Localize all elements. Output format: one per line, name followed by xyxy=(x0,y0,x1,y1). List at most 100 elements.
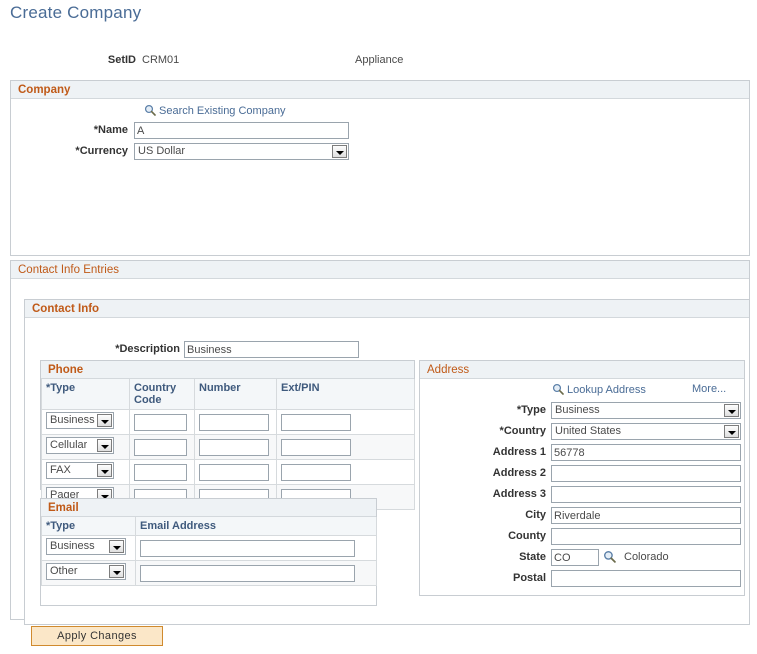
email-address-cell xyxy=(135,535,377,561)
magnifier-icon xyxy=(144,104,156,119)
email-type-value: Other xyxy=(50,565,78,577)
phone-country-code-input[interactable] xyxy=(134,463,187,481)
company-group: Company Search Existing Company *Name *C… xyxy=(10,80,750,352)
email-col-address: Email Address xyxy=(135,517,377,536)
table-row: Business xyxy=(41,409,415,435)
email-grid: *Type Email Address Business Other xyxy=(41,517,377,586)
address-country-select[interactable]: United States xyxy=(551,423,741,440)
address-city-input[interactable] xyxy=(551,507,741,524)
phone-type-value: Business xyxy=(50,414,95,426)
address-county-label: County xyxy=(508,530,546,542)
phone-col-ext-pin: Ext/PIN xyxy=(276,379,415,410)
email-type-cell: Other xyxy=(41,560,136,586)
email-type-cell: Business xyxy=(41,535,136,561)
chevron-down-icon[interactable] xyxy=(109,565,124,578)
phone-number-input[interactable] xyxy=(199,438,269,456)
chevron-down-icon[interactable] xyxy=(109,540,124,553)
address-country-value: United States xyxy=(555,425,622,437)
email-col-type: *Type xyxy=(41,517,136,536)
phone-type-select[interactable]: Business xyxy=(46,412,114,429)
contact-info-header: Contact Info xyxy=(25,300,749,318)
phone-number-cell xyxy=(194,434,277,460)
phone-col-type: *Type xyxy=(41,379,130,410)
table-row: Other xyxy=(41,560,377,586)
phone-number-input[interactable] xyxy=(199,413,269,431)
phone-ext-pin-input[interactable] xyxy=(281,413,351,431)
phone-ext-pin-cell xyxy=(276,434,415,460)
address-line1-label: Address 1 xyxy=(492,446,546,458)
phone-country-code-input[interactable] xyxy=(134,413,187,431)
address-county-input[interactable] xyxy=(551,528,741,545)
email-address-input[interactable] xyxy=(140,564,355,582)
phone-type-select[interactable]: Cellular xyxy=(46,437,114,454)
chevron-down-icon[interactable] xyxy=(724,404,739,417)
phone-type-cell: Cellular xyxy=(41,434,130,460)
company-group-header: Company xyxy=(11,81,749,99)
address-postal-label: Postal xyxy=(512,572,546,584)
lookup-address-link[interactable]: Lookup Address xyxy=(552,383,646,398)
phone-ext-pin-input[interactable] xyxy=(281,463,351,481)
company-currency-value: US Dollar xyxy=(138,145,186,157)
address-type-label: *Type xyxy=(516,404,546,416)
chevron-down-icon[interactable] xyxy=(97,439,112,452)
email-address-cell xyxy=(135,560,377,586)
state-lookup-icon[interactable] xyxy=(603,550,616,566)
contact-info-entries-header: Contact Info Entries xyxy=(11,261,749,279)
company-name-input[interactable] xyxy=(134,122,349,139)
address-group-header: Address xyxy=(420,361,744,379)
phone-col-number: Number xyxy=(194,379,277,410)
address-line2-label: Address 2 xyxy=(492,467,546,479)
phone-ext-pin-cell xyxy=(276,459,415,485)
phone-type-select[interactable]: FAX xyxy=(46,462,114,479)
phone-number-input[interactable] xyxy=(199,463,269,481)
address-line3-input[interactable] xyxy=(551,486,741,503)
phone-type-cell: Business xyxy=(41,409,130,435)
email-type-select[interactable]: Other xyxy=(46,563,126,580)
apply-changes-button[interactable]: Apply Changes xyxy=(31,626,163,646)
company-currency-select[interactable]: US Dollar xyxy=(134,143,349,160)
setid-description: Appliance xyxy=(355,54,404,66)
phone-group-header: Phone xyxy=(41,361,414,379)
phone-type-cell: FAX xyxy=(41,459,130,485)
address-country-label: *Country xyxy=(499,425,546,437)
phone-country-code-cell xyxy=(129,434,195,460)
more-link[interactable]: More... xyxy=(692,383,726,395)
page-title: Create Company xyxy=(10,3,142,22)
address-state-input[interactable] xyxy=(551,549,599,566)
phone-grid: *Type Country Code Number Ext/PIN Busine… xyxy=(41,379,415,510)
setid-label: SetID xyxy=(107,54,136,66)
setid-value: CRM01 xyxy=(142,54,180,66)
address-line1-input[interactable] xyxy=(551,444,741,461)
address-postal-input[interactable] xyxy=(551,570,741,587)
phone-type-value: FAX xyxy=(50,464,71,476)
phone-ext-pin-cell xyxy=(276,409,415,435)
phone-grid-header-row: *Type Country Code Number Ext/PIN xyxy=(41,379,415,410)
address-line2-input[interactable] xyxy=(551,465,741,482)
phone-col-country-code: Country Code xyxy=(129,379,195,410)
chevron-down-icon[interactable] xyxy=(97,414,112,427)
phone-type-value: Cellular xyxy=(50,439,88,451)
table-row: Cellular xyxy=(41,434,415,460)
address-type-value: Business xyxy=(555,404,600,416)
search-existing-company-label: Search Existing Company xyxy=(159,105,286,117)
phone-ext-pin-input[interactable] xyxy=(281,438,351,456)
contact-description-input[interactable] xyxy=(184,341,359,358)
phone-country-code-cell xyxy=(129,459,195,485)
contact-description-label: *Description xyxy=(115,343,180,355)
table-row: FAX xyxy=(41,459,415,485)
address-type-select[interactable]: Business xyxy=(551,402,741,419)
email-group: Email *Type Email Address Business Other xyxy=(40,498,377,606)
phone-country-code-input[interactable] xyxy=(134,438,187,456)
email-group-header: Email xyxy=(41,499,376,517)
phone-group: Phone *Type Country Code Number Ext/PIN … xyxy=(40,360,415,510)
search-existing-company-link[interactable]: Search Existing Company xyxy=(144,104,286,119)
chevron-down-icon[interactable] xyxy=(97,464,112,477)
email-address-input[interactable] xyxy=(140,539,355,557)
email-type-select[interactable]: Business xyxy=(46,538,126,555)
contact-info-entries-group: Contact Info Entries Contact Info *Descr… xyxy=(10,260,750,625)
lookup-address-label: Lookup Address xyxy=(567,384,646,396)
table-row: Business xyxy=(41,535,377,561)
chevron-down-icon[interactable] xyxy=(724,425,739,438)
phone-number-cell xyxy=(194,409,277,435)
chevron-down-icon[interactable] xyxy=(332,145,347,158)
